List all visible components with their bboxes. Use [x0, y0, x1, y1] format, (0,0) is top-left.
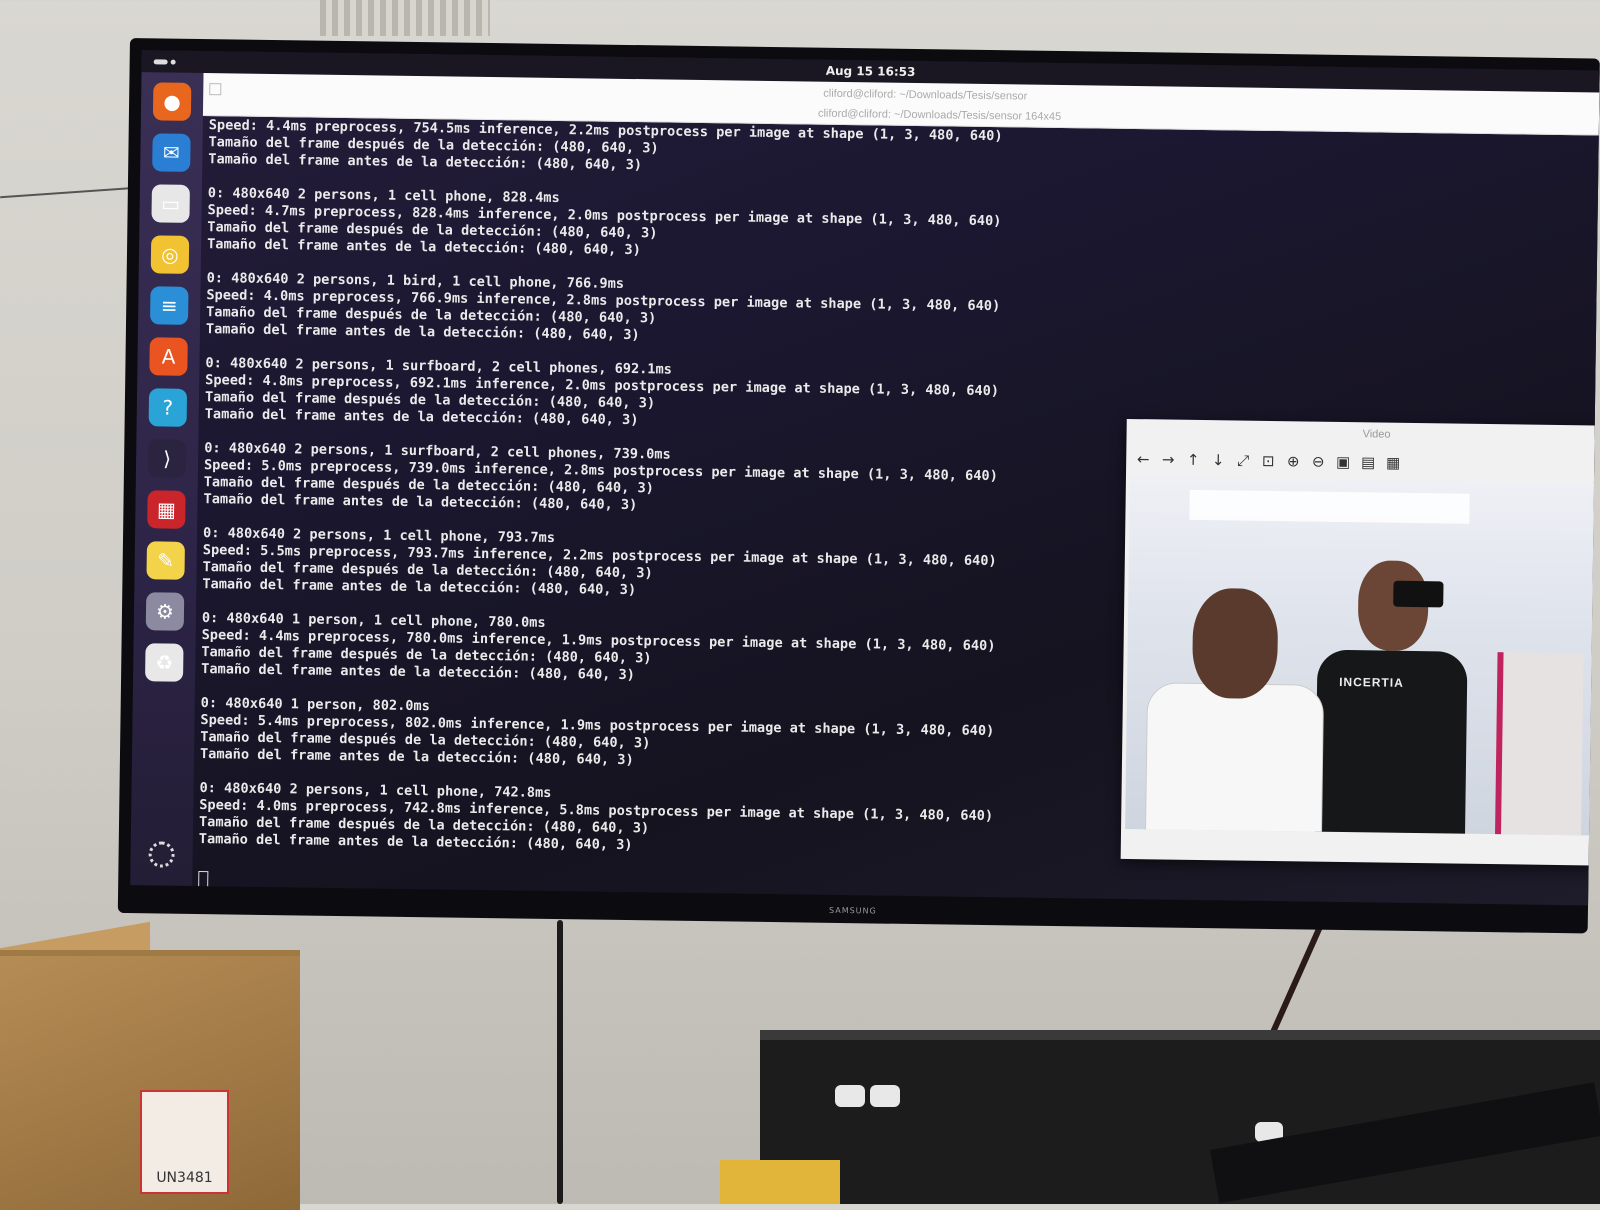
files-icon[interactable]: ▭: [151, 184, 190, 223]
zoom-original-icon[interactable]: ⊡: [1257, 450, 1279, 472]
ceiling-light: [1189, 489, 1470, 524]
rhythmbox-icon[interactable]: ◎: [150, 235, 190, 274]
yellow-package: [720, 1160, 840, 1204]
screen-recorder-icon[interactable]: ▦: [147, 490, 186, 529]
thunderbird-icon[interactable]: ✉: [152, 133, 191, 172]
box-label-text: UN3481: [156, 1170, 213, 1186]
vscode-icon[interactable]: ⟩: [147, 439, 187, 478]
pan-up-icon[interactable]: ↑: [1182, 449, 1204, 471]
cell-phone: [1393, 580, 1444, 608]
television: Aug 15 16:53 ● ✉ ▭ ◎ ≡ A? ⟩ ▦ ✎ ⚙ ♻ cliford@clifor…: [117, 38, 1600, 934]
ceiling-vent: [320, 0, 490, 36]
zoom-out-icon[interactable]: ⊖: [1307, 450, 1329, 472]
terminal-block: 0: 480x640 2 persons, 1 cell phone, 828.…: [207, 185, 1598, 272]
shirt-text: INCERTIA: [1339, 674, 1404, 690]
zoom-in-icon[interactable]: ⊕: [1282, 450, 1304, 472]
dock: ● ✉ ▭ ◎ ≡ A? ⟩ ▦ ✎ ⚙ ♻: [130, 72, 204, 886]
writer-icon[interactable]: ≡: [150, 286, 189, 325]
background-door: [1494, 652, 1584, 836]
box-hazard-label: UN3481: [140, 1090, 229, 1194]
firefox-icon[interactable]: ●: [152, 82, 192, 121]
person-with-phone: INCERTIA: [1295, 559, 1499, 836]
settings-icon[interactable]: ⚙: [145, 592, 185, 631]
show-apps-icon[interactable]: [148, 841, 175, 868]
person: [1144, 587, 1325, 836]
terminal-tab-title[interactable]: cliford@cliford: ~/Downloads/Tesis/senso…: [818, 108, 1061, 123]
person-shirt: [1144, 682, 1325, 836]
video-toolbar: ← → ↑ ↓ ⤢ ⊡ ⊕ ⊖ ▣ ▤ ▦: [1126, 443, 1600, 482]
app-center-icon[interactable]: A: [149, 337, 188, 376]
pan-right-icon[interactable]: →: [1157, 448, 1179, 470]
help-icon[interactable]: ?: [148, 388, 188, 427]
pan-down-icon[interactable]: ↓: [1207, 449, 1229, 471]
text-editor-icon[interactable]: ✎: [146, 541, 185, 580]
person-head: [1191, 587, 1279, 700]
trash-icon[interactable]: ♻: [145, 643, 184, 682]
desktop-screen: Aug 15 16:53 ● ✉ ▭ ◎ ≡ A? ⟩ ▦ ✎ ⚙ ♻ cliford@clifor…: [130, 50, 1600, 906]
terminal-title: cliford@cliford: ~/Downloads/Tesis/senso…: [823, 87, 1028, 103]
pan-left-icon[interactable]: ←: [1132, 448, 1154, 470]
zoom-fit-icon[interactable]: ⤢: [1232, 449, 1254, 471]
save-image-icon[interactable]: ▣: [1332, 451, 1354, 473]
copy-image-icon[interactable]: ▤: [1357, 451, 1379, 473]
power-plug: [870, 1085, 900, 1107]
tv-power-cable: [557, 920, 563, 1204]
terminal-cursor: [198, 871, 209, 890]
video-window[interactable]: Video ← → ↑ ↓ ⤢ ⊡ ⊕ ⊖ ▣ ▤ ▦ INCERTIA: [1120, 418, 1600, 866]
video-frame: INCERTIA: [1125, 477, 1600, 836]
terminal-tab-icon: [209, 83, 222, 96]
terminal-block: 0: 480x640 2 persons, 1 bird, 1 cell pho…: [206, 270, 1597, 357]
power-plug: [835, 1085, 865, 1107]
properties-icon[interactable]: ▦: [1382, 452, 1404, 474]
